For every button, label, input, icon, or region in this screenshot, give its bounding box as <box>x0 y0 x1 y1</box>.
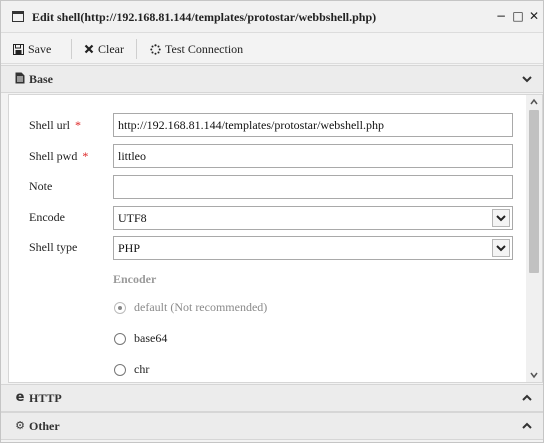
close-button[interactable]: ✕ <box>528 10 540 22</box>
file-icon <box>14 72 26 86</box>
shell-url-label-text: Shell url <box>29 118 70 132</box>
encoder-label: Encoder <box>113 272 157 286</box>
clear-label: Clear <box>98 42 124 56</box>
shell-url-label: Shell url * <box>29 118 81 133</box>
close-icon <box>84 44 94 54</box>
encode-dropdown-button[interactable] <box>492 209 510 227</box>
encoder-default-radio[interactable] <box>114 302 126 314</box>
shell-type-label: Shell type <box>29 240 78 254</box>
scrollbar-thumb[interactable] <box>529 110 539 273</box>
shell-type-dropdown-button[interactable] <box>492 239 510 257</box>
toolbar-divider <box>136 39 137 59</box>
toolbar: Save Clear Test Connection <box>1 33 543 64</box>
edit-shell-window: Edit shell(http://192.168.81.144/templat… <box>0 0 544 443</box>
section-header-base[interactable]: Base <box>1 65 543 93</box>
encoder-default-label: default (Not recommended) <box>134 300 268 314</box>
note-label: Note <box>29 179 53 193</box>
chevron-up-icon <box>522 394 532 401</box>
base-panel: Shell url * http://192.168.81.144/templat… <box>8 94 543 383</box>
chevron-up-icon <box>522 422 532 429</box>
section-label-base: Base <box>29 72 53 86</box>
clear-button[interactable]: Clear <box>84 40 124 58</box>
test-connection-label: Test Connection <box>165 42 244 56</box>
window-title: Edit shell(http://192.168.81.144/templat… <box>32 10 377 24</box>
section-label-other: Other <box>29 419 60 433</box>
scroll-up-icon[interactable] <box>530 98 538 106</box>
window-icon <box>12 11 24 22</box>
panel-scrollbar[interactable] <box>526 95 542 382</box>
save-label: Save <box>28 42 52 56</box>
toolbar-divider <box>71 39 72 59</box>
section-header-other[interactable]: ⚙ Other <box>1 412 543 440</box>
shell-type-value: PHP <box>118 241 141 255</box>
encode-select[interactable]: UTF8 <box>113 206 513 230</box>
save-button[interactable]: Save <box>13 40 51 58</box>
encode-value: UTF8 <box>118 211 147 225</box>
shell-type-select[interactable]: PHP <box>113 236 513 260</box>
encode-label: Encode <box>29 210 65 224</box>
encoder-base64-radio[interactable] <box>114 333 126 345</box>
note-input[interactable] <box>113 175 513 199</box>
scroll-down-icon[interactable] <box>530 371 538 379</box>
test-connection-button[interactable]: Test Connection <box>150 40 243 58</box>
shell-pwd-input[interactable]: littleo <box>113 144 513 168</box>
title-bar: Edit shell(http://192.168.81.144/templat… <box>1 1 543 33</box>
maximize-button[interactable]: □ <box>512 10 524 22</box>
gears-icon: ⚙ <box>15 419 25 432</box>
chevron-down-icon <box>496 215 506 222</box>
chevron-down-icon <box>522 76 532 83</box>
minimize-button[interactable]: − <box>495 10 507 22</box>
encoder-base64-label: base64 <box>134 331 168 345</box>
edge-icon: e <box>15 390 25 405</box>
required-marker: * <box>82 149 89 163</box>
chevron-down-icon <box>496 245 506 252</box>
section-header-http[interactable]: e HTTP <box>1 384 543 412</box>
required-marker: * <box>75 118 81 132</box>
shell-pwd-label-text: Shell pwd <box>29 149 78 163</box>
save-icon <box>13 43 24 55</box>
spinner-icon <box>150 43 161 55</box>
section-label-http: HTTP <box>29 391 62 405</box>
shell-url-input[interactable]: http://192.168.81.144/templates/protosta… <box>113 113 513 137</box>
encoder-chr-radio[interactable] <box>114 364 126 376</box>
encoder-chr-label: chr <box>134 362 150 376</box>
shell-pwd-label: Shell pwd * <box>29 149 88 164</box>
